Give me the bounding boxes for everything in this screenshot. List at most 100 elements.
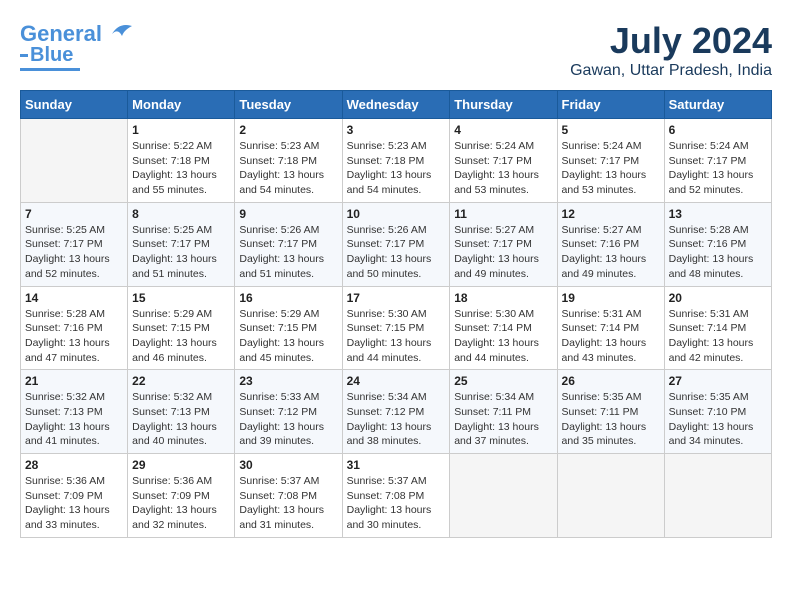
day-number: 16 (239, 291, 337, 305)
day-number: 3 (347, 123, 446, 137)
calendar-cell: 6Sunrise: 5:24 AM Sunset: 7:17 PM Daylig… (664, 119, 771, 203)
column-header-sunday: Sunday (21, 91, 128, 119)
calendar-cell: 22 Sunrise: 5:32 AM Sunset: 7:13 PM Dayli… (128, 370, 235, 454)
day-number: 18 (454, 291, 552, 305)
day-number: 11 (454, 207, 552, 221)
day-info: Sunrise: 5:37 AM Sunset: 7:08 PM Dayligh… (347, 474, 446, 533)
calendar-week-row: 7 Sunrise: 5:25 AM Sunset: 7:17 PM Daylig… (21, 202, 772, 286)
calendar-cell: 9 Sunrise: 5:26 AM Sunset: 7:17 PM Daylig… (235, 202, 342, 286)
day-info: Sunrise: 5:29 AM Sunset: 7:15 PM Dayligh… (239, 307, 337, 366)
calendar-cell (557, 454, 664, 538)
calendar-cell: 18 Sunrise: 5:30 AM Sunset: 7:14 PM Dayli… (450, 286, 557, 370)
day-number: 21 (25, 374, 123, 388)
calendar-week-row: 1 Sunrise: 5:22 AM Sunset: 7:18 PM Daylig… (21, 119, 772, 203)
day-info: Sunrise: 5:23 AM Sunset: 7:18 PM Dayligh… (347, 139, 446, 198)
calendar-cell (450, 454, 557, 538)
calendar-cell: 4 Sunrise: 5:24 AM Sunset: 7:17 PM Daylig… (450, 119, 557, 203)
calendar-week-row: 14Sunrise: 5:28 AM Sunset: 7:16 PM Dayli… (21, 286, 772, 370)
day-info: Sunrise: 5:30 AM Sunset: 7:14 PM Dayligh… (454, 307, 552, 366)
calendar-cell: 20Sunrise: 5:31 AM Sunset: 7:14 PM Dayli… (664, 286, 771, 370)
day-number: 20 (669, 291, 767, 305)
day-number: 25 (454, 374, 552, 388)
calendar-cell (664, 454, 771, 538)
calendar-cell: 8Sunrise: 5:25 AM Sunset: 7:17 PM Daylig… (128, 202, 235, 286)
day-info: Sunrise: 5:25 AM Sunset: 7:17 PM Dayligh… (132, 223, 230, 282)
column-header-wednesday: Wednesday (342, 91, 450, 119)
calendar-cell: 1 Sunrise: 5:22 AM Sunset: 7:18 PM Daylig… (128, 119, 235, 203)
day-number: 31 (347, 458, 446, 472)
calendar-cell: 30Sunrise: 5:37 AM Sunset: 7:08 PM Dayli… (235, 454, 342, 538)
day-info: Sunrise: 5:24 AM Sunset: 7:17 PM Dayligh… (669, 139, 767, 198)
logo-bird-icon (104, 20, 134, 48)
logo-text: General (20, 22, 102, 46)
calendar-cell: 28 Sunrise: 5:36 AM Sunset: 7:09 PM Dayli… (21, 454, 128, 538)
day-number: 7 (25, 207, 123, 221)
column-header-friday: Friday (557, 91, 664, 119)
day-number: 22 (132, 374, 230, 388)
calendar-cell: 27 Sunrise: 5:35 AM Sunset: 7:10 PM Dayli… (664, 370, 771, 454)
calendar-cell: 23 Sunrise: 5:33 AM Sunset: 7:12 PM Dayli… (235, 370, 342, 454)
day-info: Sunrise: 5:33 AM Sunset: 7:12 PM Dayligh… (239, 390, 337, 449)
column-header-tuesday: Tuesday (235, 91, 342, 119)
day-info: Sunrise: 5:32 AM Sunset: 7:13 PM Dayligh… (132, 390, 230, 449)
day-info: Sunrise: 5:34 AM Sunset: 7:12 PM Dayligh… (347, 390, 446, 449)
calendar-cell: 24 Sunrise: 5:34 AM Sunset: 7:12 PM Dayli… (342, 370, 450, 454)
day-info: Sunrise: 5:26 AM Sunset: 7:17 PM Dayligh… (347, 223, 446, 282)
day-number: 24 (347, 374, 446, 388)
logo-blue-text: Blue (30, 44, 73, 66)
day-number: 10 (347, 207, 446, 221)
calendar-cell: 7 Sunrise: 5:25 AM Sunset: 7:17 PM Daylig… (21, 202, 128, 286)
location-subtitle: Gawan, Uttar Pradesh, India (570, 62, 772, 80)
calendar-table: SundayMondayTuesdayWednesdayThursdayFrid… (20, 90, 772, 538)
day-number: 5 (562, 123, 660, 137)
day-number: 2 (239, 123, 337, 137)
day-info: Sunrise: 5:25 AM Sunset: 7:17 PM Dayligh… (25, 223, 123, 282)
day-number: 19 (562, 291, 660, 305)
day-number: 9 (239, 207, 337, 221)
day-number: 12 (562, 207, 660, 221)
calendar-week-row: 21 Sunrise: 5:32 AM Sunset: 7:13 PM Dayli… (21, 370, 772, 454)
month-year-title: July 2024 (570, 20, 772, 62)
calendar-cell: 25 Sunrise: 5:34 AM Sunset: 7:11 PM Dayli… (450, 370, 557, 454)
day-info: Sunrise: 5:29 AM Sunset: 7:15 PM Dayligh… (132, 307, 230, 366)
calendar-cell: 11 Sunrise: 5:27 AM Sunset: 7:17 PM Dayli… (450, 202, 557, 286)
day-info: Sunrise: 5:22 AM Sunset: 7:18 PM Dayligh… (132, 139, 230, 198)
calendar-cell: 16 Sunrise: 5:29 AM Sunset: 7:15 PM Dayli… (235, 286, 342, 370)
day-info: Sunrise: 5:24 AM Sunset: 7:17 PM Dayligh… (562, 139, 660, 198)
day-number: 29 (132, 458, 230, 472)
calendar-cell: 12 Sunrise: 5:27 AM Sunset: 7:16 PM Dayli… (557, 202, 664, 286)
calendar-cell: 29 Sunrise: 5:36 AM Sunset: 7:09 PM Dayli… (128, 454, 235, 538)
day-info: Sunrise: 5:27 AM Sunset: 7:16 PM Dayligh… (562, 223, 660, 282)
day-info: Sunrise: 5:27 AM Sunset: 7:17 PM Dayligh… (454, 223, 552, 282)
day-info: Sunrise: 5:35 AM Sunset: 7:10 PM Dayligh… (669, 390, 767, 449)
day-info: Sunrise: 5:30 AM Sunset: 7:15 PM Dayligh… (347, 307, 446, 366)
calendar-cell: 14Sunrise: 5:28 AM Sunset: 7:16 PM Dayli… (21, 286, 128, 370)
calendar-cell: 17 Sunrise: 5:30 AM Sunset: 7:15 PM Dayli… (342, 286, 450, 370)
logo: General Blue (20, 20, 134, 71)
calendar-cell: 13Sunrise: 5:28 AM Sunset: 7:16 PM Dayli… (664, 202, 771, 286)
calendar-cell: 5 Sunrise: 5:24 AM Sunset: 7:17 PM Daylig… (557, 119, 664, 203)
calendar-cell: 15Sunrise: 5:29 AM Sunset: 7:15 PM Dayli… (128, 286, 235, 370)
day-info: Sunrise: 5:24 AM Sunset: 7:17 PM Dayligh… (454, 139, 552, 198)
day-info: Sunrise: 5:23 AM Sunset: 7:18 PM Dayligh… (239, 139, 337, 198)
calendar-cell: 31 Sunrise: 5:37 AM Sunset: 7:08 PM Dayli… (342, 454, 450, 538)
calendar-cell: 21Sunrise: 5:32 AM Sunset: 7:13 PM Dayli… (21, 370, 128, 454)
calendar-cell: 26Sunrise: 5:35 AM Sunset: 7:11 PM Dayli… (557, 370, 664, 454)
column-header-monday: Monday (128, 91, 235, 119)
day-info: Sunrise: 5:35 AM Sunset: 7:11 PM Dayligh… (562, 390, 660, 449)
column-header-saturday: Saturday (664, 91, 771, 119)
day-number: 17 (347, 291, 446, 305)
day-info: Sunrise: 5:36 AM Sunset: 7:09 PM Dayligh… (132, 474, 230, 533)
calendar-cell: 10 Sunrise: 5:26 AM Sunset: 7:17 PM Dayli… (342, 202, 450, 286)
day-info: Sunrise: 5:36 AM Sunset: 7:09 PM Dayligh… (25, 474, 123, 533)
day-info: Sunrise: 5:28 AM Sunset: 7:16 PM Dayligh… (25, 307, 123, 366)
day-number: 13 (669, 207, 767, 221)
day-number: 28 (25, 458, 123, 472)
day-number: 23 (239, 374, 337, 388)
day-number: 27 (669, 374, 767, 388)
day-number: 4 (454, 123, 552, 137)
day-number: 1 (132, 123, 230, 137)
column-header-thursday: Thursday (450, 91, 557, 119)
day-info: Sunrise: 5:26 AM Sunset: 7:17 PM Dayligh… (239, 223, 337, 282)
day-info: Sunrise: 5:34 AM Sunset: 7:11 PM Dayligh… (454, 390, 552, 449)
